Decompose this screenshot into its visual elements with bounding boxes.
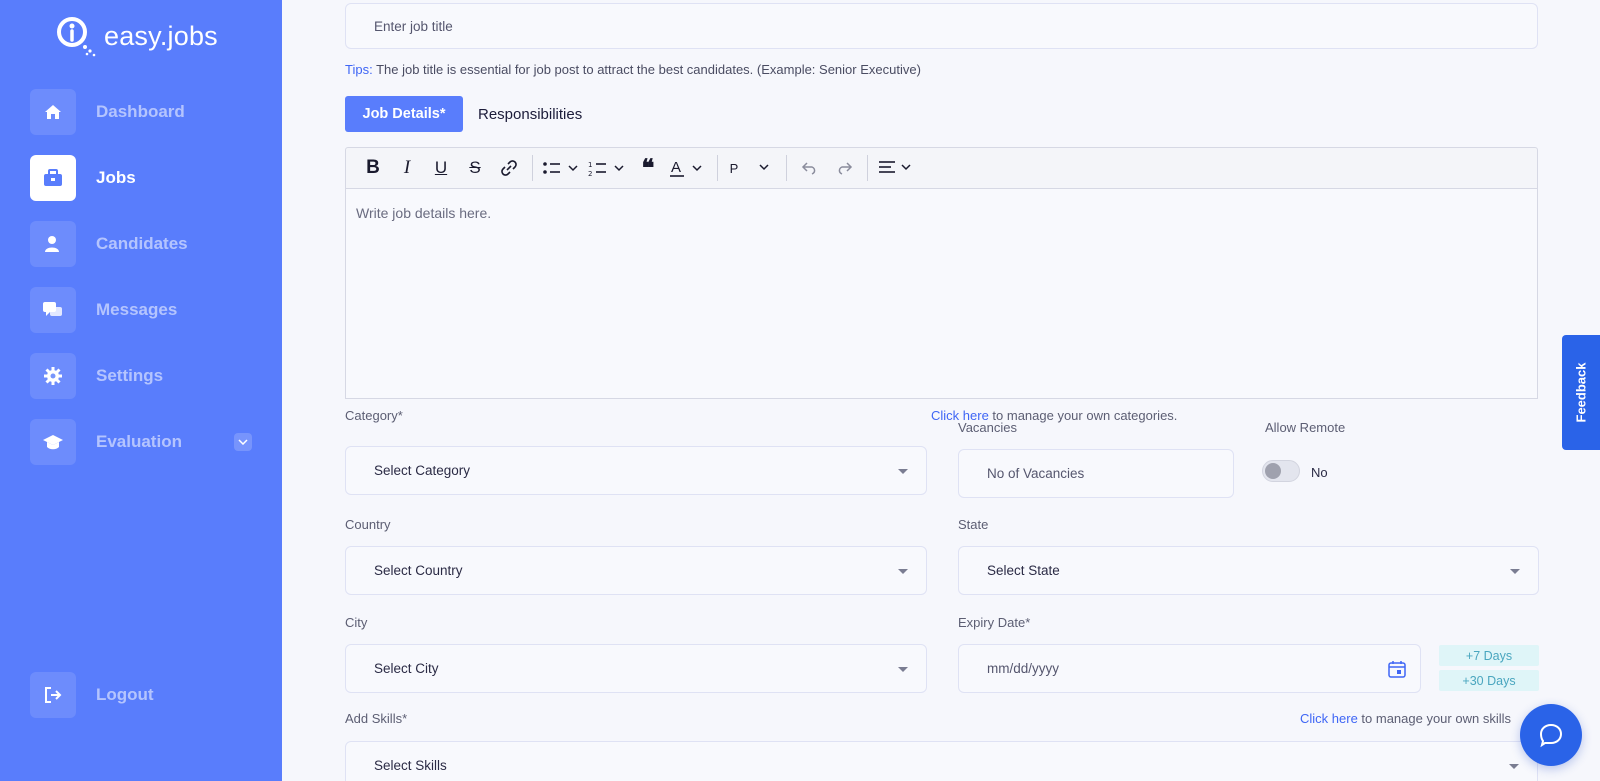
chevron-down-icon [898,568,908,574]
toggle-knob [1265,463,1281,479]
home-icon [30,89,76,135]
svg-text:2: 2 [588,170,592,176]
allow-remote-state: No [1311,465,1328,480]
category-select[interactable]: Select Category [345,446,927,495]
skills-select-value: Select Skills [374,758,447,773]
chat-widget-button[interactable] [1520,704,1582,766]
svg-text:A: A [671,159,681,176]
editor-toolbar: B I U S 12 ❝ A P [345,147,1538,189]
sidebar: easy.jobs Dashboard Jobs Candidates Mess… [0,0,282,781]
city-select-value: Select City [374,661,439,676]
undo-icon[interactable] [793,153,827,183]
job-title-tips: Tips: The job title is essential for job… [345,62,921,77]
state-label: State [958,517,989,532]
skills-label: Add Skills* [345,711,408,726]
calendar-icon[interactable] [1388,660,1406,681]
toolbar-divider [532,155,533,181]
paragraph-label: P [729,160,739,176]
category-label: Category* [345,408,403,423]
logout-label: Logout [96,685,154,704]
sidebar-item-evaluation[interactable]: Evaluation [30,419,260,465]
chevron-down-icon [1510,568,1520,574]
city-select[interactable]: Select City [345,644,927,693]
quote-icon[interactable]: ❝ [631,153,665,183]
allow-remote-label: Allow Remote [1265,420,1346,435]
tips-prefix: Tips: [345,62,373,77]
state-select-value: Select State [987,563,1060,578]
link-icon[interactable] [492,153,526,183]
city-label: City [345,615,368,630]
briefcase-icon [30,155,76,201]
paragraph-format-select[interactable]: P [724,153,780,183]
expiry-date-placeholder: mm/dd/yyyy [987,661,1060,676]
expiry-date-label: Expiry Date* [958,615,1031,630]
chevron-down-icon [898,468,908,474]
redo-icon[interactable] [827,153,861,183]
numbered-list-icon[interactable]: 12 [585,153,631,183]
job-form: Enter job title Tips: The job title is e… [282,0,1600,781]
toolbar-divider [717,155,718,181]
skills-hint: Click here to manage your own skills [1300,711,1540,726]
sidebar-item-messages[interactable]: Messages [30,287,260,333]
sidebar-item-label: Jobs [96,168,136,187]
strikethrough-icon[interactable]: S [458,153,492,183]
sidebar-item-label: Evaluation [96,432,182,451]
tab-job-details[interactable]: Job Details* [345,96,463,132]
manage-skills-link[interactable]: Click here [1300,711,1358,726]
expiry-date-input[interactable]: mm/dd/yyyy [958,644,1421,693]
logo-icon [54,14,98,58]
bullet-list-icon[interactable] [539,153,585,183]
country-select[interactable]: Select Country [345,546,927,595]
toolbar-divider [786,155,787,181]
country-label: Country [345,517,391,532]
tab-responsibilities[interactable]: Responsibilities [478,96,582,132]
chevron-down-icon[interactable] [234,433,252,451]
vacancies-label: Vacancies [958,420,1018,435]
gear-icon [30,353,76,399]
svg-text:1: 1 [588,161,592,169]
chevron-down-icon [898,666,908,672]
sidebar-item-settings[interactable]: Settings [30,353,260,399]
align-left-icon[interactable] [874,153,920,183]
bold-icon[interactable]: B [356,153,390,183]
feedback-label: Feedback [1573,362,1589,423]
tips-text: The job title is essential for job post … [372,62,921,77]
category-select-value: Select Category [374,463,471,478]
chat-icon [30,287,76,333]
add-7-days-button[interactable]: +7 Days [1439,645,1539,666]
graduation-cap-icon [30,419,76,465]
add-30-days-button[interactable]: +30 Days [1439,670,1539,691]
brand-logo[interactable]: easy.jobs [54,12,218,60]
sidebar-item-dashboard[interactable]: Dashboard [30,89,260,135]
chevron-down-icon [1509,763,1519,769]
vacancies-input[interactable]: No of Vacancies [958,449,1234,498]
brand-name: easy.jobs [104,20,218,51]
sidebar-item-label: Candidates [96,234,188,253]
chat-bubble-icon [1539,723,1563,748]
skills-select[interactable]: Select Skills [345,741,1538,781]
user-icon [30,221,76,267]
sidebar-item-label: Messages [96,300,178,319]
sidebar-item-candidates[interactable]: Candidates [30,221,260,267]
italic-icon[interactable]: I [390,153,424,183]
category-hint-text: to manage your own categories. [988,408,1178,423]
job-title-input[interactable]: Enter job title [345,3,1538,49]
feedback-tab[interactable]: Feedback [1562,335,1600,450]
logout-button[interactable]: Logout [30,672,260,718]
sidebar-item-label: Dashboard [96,102,185,121]
job-details-editor[interactable]: Write job details here. [345,189,1538,399]
allow-remote-toggle[interactable] [1262,460,1300,482]
country-select-value: Select Country [374,563,463,578]
underline-icon[interactable]: U [424,153,458,183]
sidebar-item-label: Settings [96,366,164,385]
text-color-icon[interactable]: A [665,153,711,183]
toolbar-divider [867,155,868,181]
state-select[interactable]: Select State [958,546,1539,595]
sidebar-item-jobs[interactable]: Jobs [30,155,260,201]
logout-icon [30,672,76,718]
skills-hint-text: to manage your own skills [1357,711,1511,726]
